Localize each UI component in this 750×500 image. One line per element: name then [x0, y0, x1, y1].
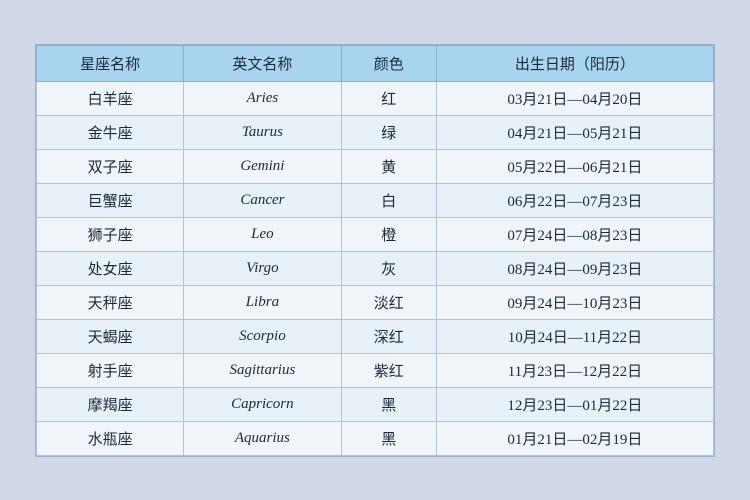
- table-cell-6-2: 淡红: [341, 285, 436, 319]
- table-cell-3-1: Cancer: [184, 183, 341, 217]
- table-cell-6-3: 09月24日—10月23日: [436, 285, 713, 319]
- table-cell-5-3: 08月24日—09月23日: [436, 251, 713, 285]
- table-row: 狮子座Leo橙07月24日—08月23日: [37, 217, 714, 251]
- table-cell-9-0: 摩羯座: [37, 387, 184, 421]
- table-cell-8-1: Sagittarius: [184, 353, 341, 387]
- table-cell-8-2: 紫红: [341, 353, 436, 387]
- table-header-cell: 出生日期（阳历）: [436, 45, 713, 81]
- table-cell-4-1: Leo: [184, 217, 341, 251]
- table-cell-8-0: 射手座: [37, 353, 184, 387]
- table-cell-0-0: 白羊座: [37, 81, 184, 115]
- table-cell-7-1: Scorpio: [184, 319, 341, 353]
- table-cell-6-0: 天秤座: [37, 285, 184, 319]
- table-header-cell: 颜色: [341, 45, 436, 81]
- table-cell-7-0: 天蝎座: [37, 319, 184, 353]
- table-cell-1-0: 金牛座: [37, 115, 184, 149]
- table-cell-0-2: 红: [341, 81, 436, 115]
- table-row: 处女座Virgo灰08月24日—09月23日: [37, 251, 714, 285]
- table-cell-9-2: 黑: [341, 387, 436, 421]
- table-cell-2-2: 黄: [341, 149, 436, 183]
- table-cell-8-3: 11月23日—12月22日: [436, 353, 713, 387]
- table-cell-7-2: 深红: [341, 319, 436, 353]
- zodiac-table-container: 星座名称英文名称颜色出生日期（阳历） 白羊座Aries红03月21日—04月20…: [35, 44, 715, 457]
- table-row: 天蝎座Scorpio深红10月24日—11月22日: [37, 319, 714, 353]
- table-cell-5-1: Virgo: [184, 251, 341, 285]
- table-cell-0-3: 03月21日—04月20日: [436, 81, 713, 115]
- table-cell-2-0: 双子座: [37, 149, 184, 183]
- table-body: 白羊座Aries红03月21日—04月20日金牛座Taurus绿04月21日—0…: [37, 81, 714, 455]
- table-cell-1-1: Taurus: [184, 115, 341, 149]
- table-cell-4-0: 狮子座: [37, 217, 184, 251]
- table-row: 天秤座Libra淡红09月24日—10月23日: [37, 285, 714, 319]
- table-cell-7-3: 10月24日—11月22日: [436, 319, 713, 353]
- table-cell-10-3: 01月21日—02月19日: [436, 421, 713, 455]
- table-cell-9-3: 12月23日—01月22日: [436, 387, 713, 421]
- table-cell-4-2: 橙: [341, 217, 436, 251]
- table-header-cell: 英文名称: [184, 45, 341, 81]
- table-row: 水瓶座Aquarius黑01月21日—02月19日: [37, 421, 714, 455]
- table-cell-10-1: Aquarius: [184, 421, 341, 455]
- table-row: 白羊座Aries红03月21日—04月20日: [37, 81, 714, 115]
- table-cell-3-0: 巨蟹座: [37, 183, 184, 217]
- table-cell-10-2: 黑: [341, 421, 436, 455]
- table-cell-2-1: Gemini: [184, 149, 341, 183]
- zodiac-table: 星座名称英文名称颜色出生日期（阳历） 白羊座Aries红03月21日—04月20…: [36, 45, 714, 456]
- table-header-cell: 星座名称: [37, 45, 184, 81]
- table-row: 巨蟹座Cancer白06月22日—07月23日: [37, 183, 714, 217]
- table-cell-1-2: 绿: [341, 115, 436, 149]
- table-row: 双子座Gemini黄05月22日—06月21日: [37, 149, 714, 183]
- table-cell-3-3: 06月22日—07月23日: [436, 183, 713, 217]
- table-cell-3-2: 白: [341, 183, 436, 217]
- table-row: 金牛座Taurus绿04月21日—05月21日: [37, 115, 714, 149]
- table-header-row: 星座名称英文名称颜色出生日期（阳历）: [37, 45, 714, 81]
- table-cell-5-2: 灰: [341, 251, 436, 285]
- table-cell-5-0: 处女座: [37, 251, 184, 285]
- table-cell-0-1: Aries: [184, 81, 341, 115]
- table-cell-6-1: Libra: [184, 285, 341, 319]
- table-row: 射手座Sagittarius紫红11月23日—12月22日: [37, 353, 714, 387]
- table-cell-10-0: 水瓶座: [37, 421, 184, 455]
- table-cell-1-3: 04月21日—05月21日: [436, 115, 713, 149]
- table-row: 摩羯座Capricorn黑12月23日—01月22日: [37, 387, 714, 421]
- table-cell-9-1: Capricorn: [184, 387, 341, 421]
- table-cell-4-3: 07月24日—08月23日: [436, 217, 713, 251]
- table-cell-2-3: 05月22日—06月21日: [436, 149, 713, 183]
